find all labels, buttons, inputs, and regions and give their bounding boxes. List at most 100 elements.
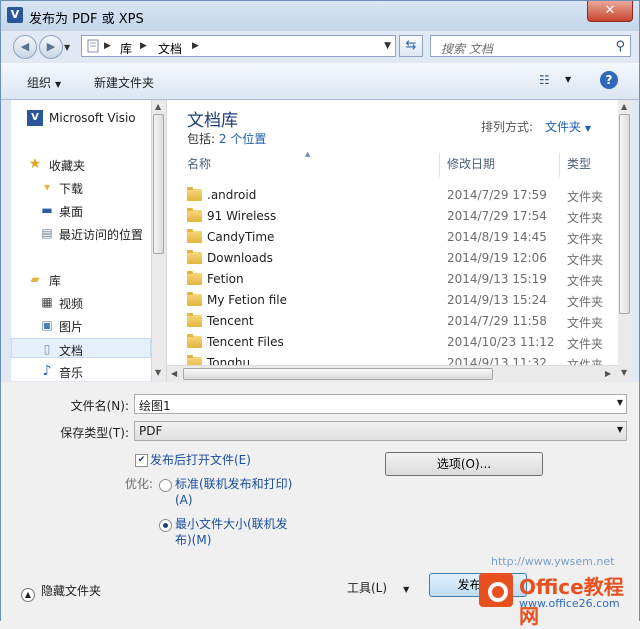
- sidebar-item-recent[interactable]: ▤ 最近访问的位置: [11, 223, 151, 243]
- standard-radio[interactable]: [159, 479, 172, 492]
- table-row[interactable]: Tencent 2014/7/29 11:58 文件夹: [181, 311, 618, 332]
- watermark: http://www.ywsem.net Office教程网 www.offic…: [471, 555, 635, 628]
- view-options-icon[interactable]: ☷: [539, 73, 550, 87]
- column-header-date[interactable]: 修改日期: [447, 155, 495, 177]
- filetype-select[interactable]: PDF ▼: [134, 421, 627, 441]
- scroll-up-icon[interactable]: ▲: [155, 102, 161, 111]
- sidebar-item-label: 下载: [59, 182, 84, 196]
- chevron-down-icon: ▼: [616, 425, 623, 434]
- sidebar-item-label: 音乐: [59, 366, 84, 380]
- watermark-url-2: www.office26.com: [519, 597, 620, 610]
- scroll-up-icon[interactable]: ▲: [621, 102, 627, 111]
- file-name: Downloads: [207, 251, 273, 265]
- column-divider[interactable]: [559, 153, 560, 177]
- table-row[interactable]: Tonghu 2014/9/13 11:32 文件夹: [181, 353, 618, 365]
- tools-button[interactable]: 工具(L) ▼: [347, 579, 409, 596]
- chevron-right-icon[interactable]: ▶: [104, 41, 111, 51]
- search-input[interactable]: 搜索 文档: [441, 40, 493, 57]
- file-date: 2014/8/19 14:45: [447, 230, 547, 244]
- sidebar-item-favorites[interactable]: ★ 收藏夹: [11, 154, 151, 174]
- scroll-left-icon[interactable]: ◀: [171, 369, 177, 378]
- scroll-right-icon[interactable]: ▶: [605, 369, 611, 378]
- column-header-name[interactable]: 名称: [187, 155, 211, 177]
- table-row[interactable]: My Fetion file 2014/9/13 15:24 文件夹: [181, 290, 618, 311]
- sidebar-item-label: 库: [49, 274, 62, 288]
- sidebar-item-pictures[interactable]: ▣ 图片: [11, 315, 151, 335]
- horizontal-scrollbar[interactable]: ◀ ▶: [167, 365, 618, 382]
- options-button[interactable]: 选项(O)...: [385, 452, 543, 476]
- file-date: 2014/9/19 12:06: [447, 251, 547, 265]
- table-row[interactable]: Fetion 2014/9/13 15:19 文件夹: [181, 269, 618, 290]
- chevron-right-icon[interactable]: ▶: [140, 41, 147, 51]
- filename-field[interactable]: 绘图1 ▼: [134, 394, 627, 414]
- forward-button[interactable]: ▶: [39, 35, 63, 59]
- new-folder-button[interactable]: 新建文件夹: [94, 74, 154, 91]
- sidebar-item-downloads[interactable]: ▾ 下载: [11, 177, 151, 197]
- sidebar-item-music[interactable]: ♪ 音乐: [11, 361, 151, 381]
- address-crumb-library[interactable]: 库: [120, 40, 132, 57]
- star-icon: ★: [28, 156, 42, 172]
- filename-input[interactable]: 绘图1: [139, 397, 171, 414]
- organize-label: 组织: [27, 76, 52, 90]
- navigation-pane-scrollbar[interactable]: ▲ ▼: [151, 100, 166, 381]
- table-row[interactable]: Downloads 2014/9/19 12:06 文件夹: [181, 248, 618, 269]
- recent-pages-dropdown-icon[interactable]: ▼: [64, 43, 70, 52]
- scroll-thumb[interactable]: [153, 114, 164, 254]
- minimum-size-radio[interactable]: [159, 519, 172, 532]
- address-crumb-documents[interactable]: 文档: [158, 40, 182, 57]
- window-title: 发布为 PDF 或 XPS: [29, 12, 144, 27]
- navigation-pane: V Microsoft Visio ★ 收藏夹 ▾ 下载 ▬ 桌面 ▤ 最近访问…: [11, 100, 151, 381]
- hide-folders-button[interactable]: ▲ 隐藏文件夹: [21, 582, 101, 602]
- help-icon[interactable]: ?: [600, 71, 618, 89]
- sidebar-item-libraries[interactable]: ▰ 库: [11, 269, 151, 289]
- tools-label: 工具(L): [347, 581, 388, 595]
- refresh-button[interactable]: ⇆: [399, 35, 423, 57]
- sidebar-item-videos[interactable]: ▦ 视频: [11, 292, 151, 312]
- scroll-thumb[interactable]: [619, 114, 630, 314]
- table-row[interactable]: Tencent Files 2014/10/23 11:12 文件夹: [181, 332, 618, 353]
- open-after-publish-label[interactable]: 发布后打开文件(E): [150, 452, 251, 468]
- sidebar-item-desktop[interactable]: ▬ 桌面: [11, 200, 151, 220]
- music-icon: ♪: [42, 363, 52, 379]
- address-dropdown-icon[interactable]: ▼: [384, 41, 391, 51]
- recent-places-icon: ▤: [41, 226, 53, 240]
- vertical-scrollbar[interactable]: ▲ ▼: [618, 100, 632, 381]
- chevron-down-icon[interactable]: ▼: [617, 398, 623, 407]
- includes-label: 包括:: [187, 132, 216, 146]
- scroll-thumb[interactable]: [183, 368, 493, 380]
- library-icon: ▰: [30, 272, 40, 286]
- chevron-down-icon: ▼: [403, 585, 410, 594]
- folder-icon: [187, 355, 202, 365]
- sidebar-item-visio[interactable]: V Microsoft Visio: [11, 108, 151, 128]
- scroll-down-icon[interactable]: ▼: [621, 368, 627, 377]
- file-type: 文件夹: [567, 358, 604, 365]
- close-button[interactable]: ✕: [587, 1, 633, 22]
- column-header-type[interactable]: 类型: [567, 155, 591, 177]
- folder-icon: [187, 187, 202, 201]
- organize-button[interactable]: 组织 ▼: [27, 74, 61, 91]
- chevron-down-icon: ▼: [584, 124, 591, 133]
- watermark-url: http://www.ywsem.net: [491, 555, 615, 568]
- file-name: Tonghu: [207, 356, 251, 365]
- table-row[interactable]: CandyTime 2014/8/19 14:45 文件夹: [181, 227, 618, 248]
- arrange-by-dropdown[interactable]: 文件夹 ▼: [545, 118, 591, 135]
- view-dropdown-icon[interactable]: ▼: [565, 75, 571, 84]
- chevron-right-icon[interactable]: ▶: [192, 41, 199, 51]
- table-row[interactable]: 91 Wireless 2014/7/29 17:54 文件夹: [181, 206, 618, 227]
- address-bar[interactable]: ▶ 库 ▶ 文档 ▶ ▼: [81, 35, 396, 57]
- locations-link[interactable]: 2 个位置: [219, 132, 266, 146]
- minimum-size-label[interactable]: 最小文件大小(联机发 布)(M): [175, 516, 288, 548]
- open-after-publish-checkbox[interactable]: ✔: [135, 454, 148, 467]
- file-type: 文件夹: [567, 232, 604, 246]
- search-icon[interactable]: ⚲: [615, 39, 625, 54]
- column-divider[interactable]: [439, 153, 440, 177]
- back-button[interactable]: ◀: [13, 35, 37, 59]
- sidebar-item-documents[interactable]: ▯ 文档: [11, 338, 151, 358]
- library-title: 文档库: [187, 111, 238, 131]
- sidebar-item-label: 桌面: [59, 205, 84, 219]
- scroll-down-icon[interactable]: ▼: [155, 368, 161, 377]
- search-box[interactable]: 搜索 文档 ⚲: [430, 35, 631, 57]
- standard-label[interactable]: 标准(联机发布和打印) (A): [175, 476, 292, 508]
- table-row[interactable]: .android 2014/7/29 17:59 文件夹: [181, 185, 618, 206]
- sidebar-item-label: 视频: [59, 297, 84, 311]
